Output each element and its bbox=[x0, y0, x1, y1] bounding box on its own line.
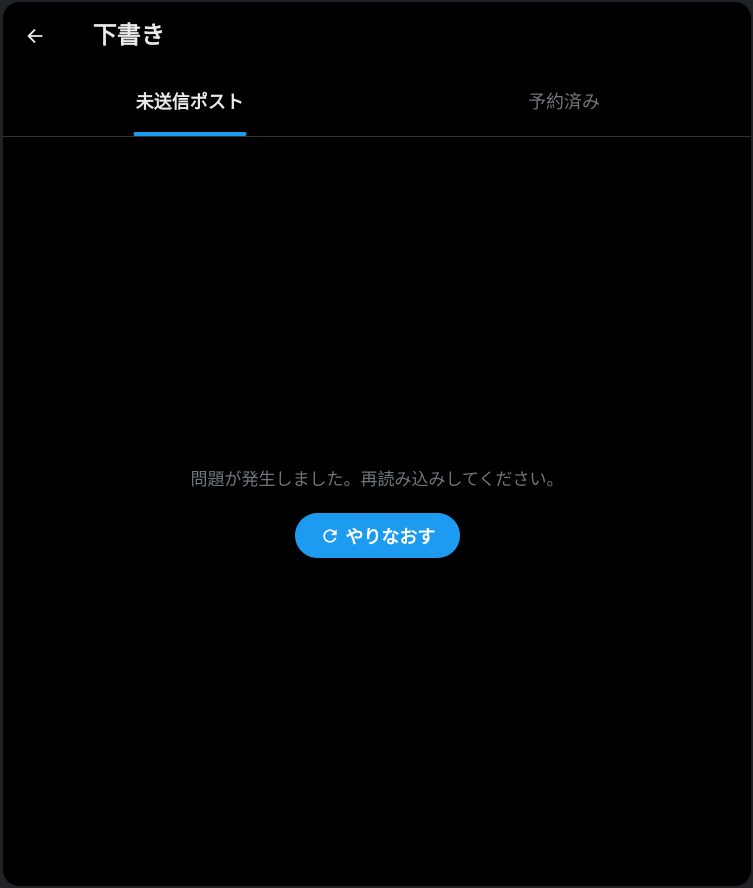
error-message: 問題が発生しました。再読み込みしてください。 bbox=[190, 470, 564, 490]
retry-button[interactable]: やりなおす bbox=[295, 513, 460, 558]
refresh-icon bbox=[322, 528, 337, 543]
modal-header: 下書き bbox=[3, 2, 751, 66]
tab-label: 予約済み bbox=[528, 92, 600, 113]
back-button[interactable] bbox=[17, 18, 53, 54]
tab-unsent-posts[interactable]: 未送信ポスト bbox=[3, 70, 377, 136]
drafts-content: 問題が発生しました。再読み込みしてください。 やりなおす bbox=[3, 137, 751, 886]
drafts-modal: 下書き 未送信ポスト 予約済み 問題が発生しました。再読み込みしてください。 や… bbox=[3, 2, 751, 886]
tab-bar: 未送信ポスト 予約済み bbox=[3, 70, 751, 137]
arrow-left-icon bbox=[27, 28, 43, 44]
page-title: 下書き bbox=[93, 21, 165, 49]
tab-label: 未送信ポスト bbox=[136, 92, 244, 113]
tab-scheduled[interactable]: 予約済み bbox=[377, 70, 751, 136]
active-tab-indicator bbox=[133, 132, 247, 136]
retry-label: やりなおす bbox=[345, 526, 436, 548]
